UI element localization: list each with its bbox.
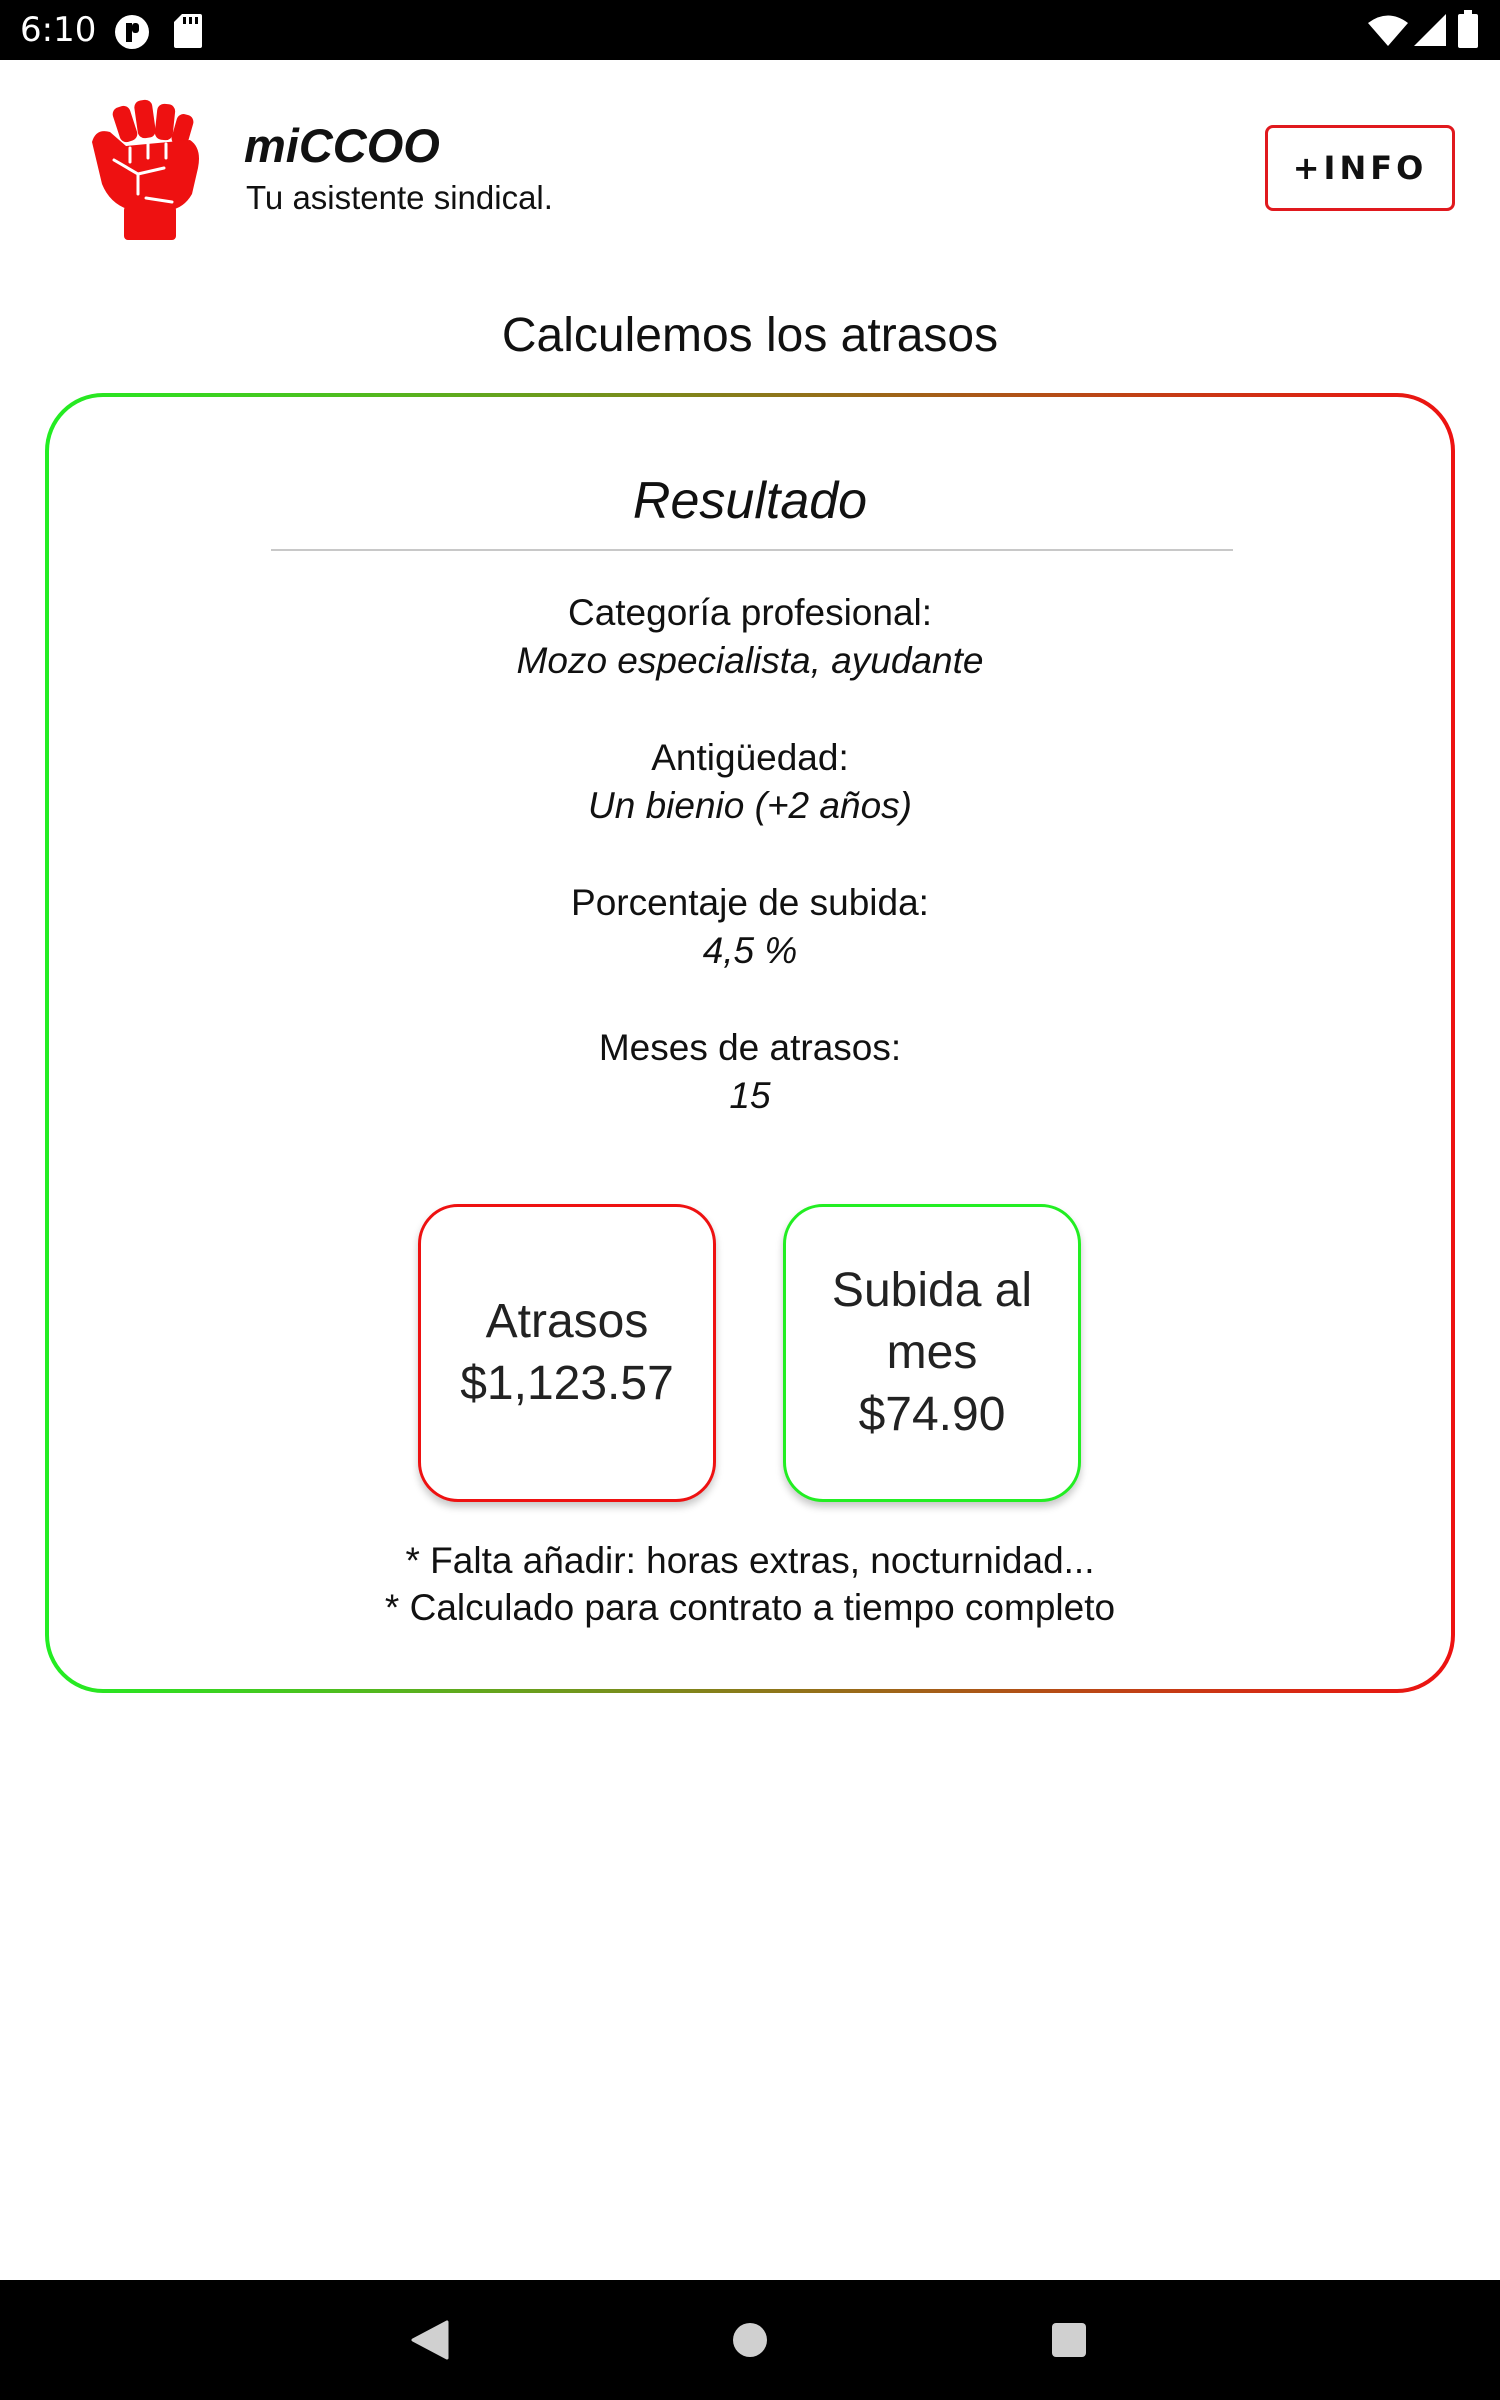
raised-fist-icon xyxy=(86,98,206,240)
field-raise-percentage: Porcentaje de subida: 4,5 % xyxy=(49,879,1451,975)
field-value: 4,5 % xyxy=(702,930,798,971)
app-title: miCCOO xyxy=(244,119,440,172)
arrears-amount: $1,123.57 xyxy=(460,1357,674,1410)
field-arrears-months: Meses de atrasos: 15 xyxy=(49,1024,1451,1120)
field-category: Categoría profesional: Mozo especialista… xyxy=(49,589,1451,685)
info-button[interactable]: +INFO xyxy=(1265,125,1455,211)
signal-icon xyxy=(1414,14,1446,51)
note-missing-items: * Falta añadir: horas extras, nocturnida… xyxy=(405,1540,1095,1581)
result-title: Resultado xyxy=(632,472,868,530)
field-label: Meses de atrasos: xyxy=(598,1027,902,1068)
arrears-label: Atrasos xyxy=(485,1295,649,1348)
arrears-box: Atrasos $1,123.57 xyxy=(418,1204,716,1502)
result-card: Resultado Categoría profesional: Mozo es… xyxy=(45,393,1455,1693)
navigation-bar xyxy=(0,2280,1500,2400)
field-seniority: Antigüedad: Un bienio (+2 años) xyxy=(49,734,1451,830)
home-icon[interactable] xyxy=(700,2280,800,2400)
monthly-raise-label-line1: Subida al xyxy=(831,1264,1033,1317)
status-time: 6:10 xyxy=(20,10,97,50)
field-label: Categoría profesional: xyxy=(567,592,933,633)
monthly-raise-label-line2: mes xyxy=(886,1326,978,1379)
battery-icon xyxy=(1458,10,1478,53)
field-label: Porcentaje de subida: xyxy=(571,882,929,923)
note-full-time: * Calculado para contrato a tiempo compl… xyxy=(384,1587,1116,1628)
field-value: Mozo especialista, ayudante xyxy=(516,640,984,681)
status-bar: 6:10 xyxy=(0,0,1500,60)
field-value: Un bienio (+2 años) xyxy=(588,785,912,826)
app-notification-icon xyxy=(114,14,150,55)
app-tagline: Tu asistente sindical. xyxy=(246,179,553,216)
field-label: Antigüedad: xyxy=(651,737,849,778)
sd-card-icon xyxy=(174,14,202,53)
result-card-body: Resultado Categoría profesional: Mozo es… xyxy=(49,397,1451,1689)
divider xyxy=(271,549,1233,551)
monthly-raise-amount: $74.90 xyxy=(858,1388,1006,1441)
recents-icon[interactable] xyxy=(1019,2280,1119,2400)
wifi-icon xyxy=(1368,14,1408,51)
back-icon[interactable] xyxy=(380,2280,480,2400)
page-title: Calculemos los atrasos xyxy=(501,309,999,362)
monthly-raise-box: Subida al mes $74.90 xyxy=(783,1204,1081,1502)
field-value: 15 xyxy=(729,1075,771,1116)
